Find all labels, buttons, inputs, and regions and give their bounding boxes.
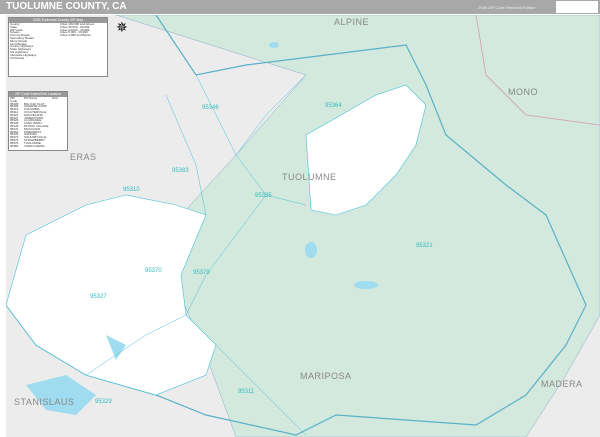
zip-label: 95310 bbox=[123, 187, 140, 193]
zip-label: 95383 bbox=[172, 168, 189, 174]
zip-label: 95364 bbox=[325, 103, 342, 109]
legend-item: Toll Roads bbox=[10, 55, 25, 60]
pop-class: Cities 4,999 and Below bbox=[60, 33, 91, 38]
zip-label: 95311 bbox=[238, 389, 255, 395]
header-bar: TUOLUMNE COUNTY, CA 2026 ZIP Code Premiu… bbox=[0, 0, 600, 14]
county-label: MADERA bbox=[541, 379, 583, 389]
county-label: ALPINE bbox=[334, 17, 370, 27]
table-row: 95383 TWAIN HARTE bbox=[10, 143, 45, 148]
zip-label: 95379 bbox=[193, 270, 210, 276]
county-label: MARIPOSA bbox=[300, 371, 352, 381]
zip-label: 95346 bbox=[202, 105, 219, 111]
zip-label: 95327 bbox=[90, 294, 107, 300]
compass-icon: ✵ bbox=[116, 19, 128, 35]
county-label: TUOLUMNE bbox=[282, 172, 337, 182]
zip-index-table: ZIP Code Index/Grid Location ZIP Code PO … bbox=[8, 91, 68, 151]
zip-label: 95335 bbox=[255, 193, 272, 199]
edition-label: 2026 ZIP Code Premium Edition bbox=[478, 5, 536, 10]
zip-label: 95329 bbox=[95, 399, 112, 405]
map-legend: 2026 Tuolumne County ZIP Map County Stat… bbox=[8, 17, 108, 77]
county-label: STANISLAUS bbox=[14, 397, 75, 407]
county-label: ERAS bbox=[70, 152, 97, 162]
map-title: TUOLUMNE COUNTY, CA bbox=[6, 1, 127, 12]
county-label: MONO bbox=[508, 87, 538, 97]
publisher-logo bbox=[556, 1, 598, 13]
zip-label: 95321 bbox=[416, 243, 433, 249]
zip-label: 95370 bbox=[145, 268, 162, 274]
